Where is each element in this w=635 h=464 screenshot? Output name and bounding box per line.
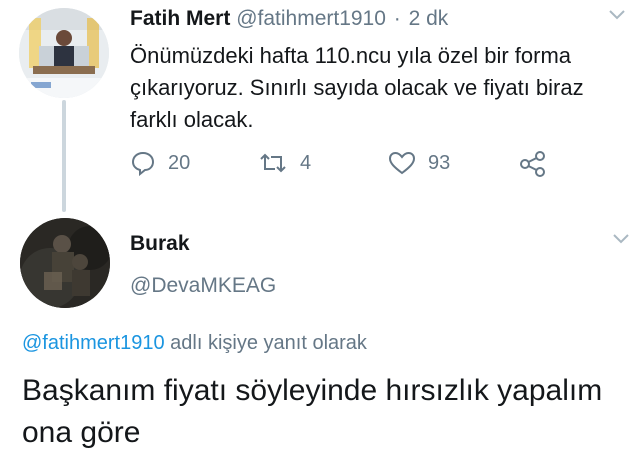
tweet1-menu-button[interactable] xyxy=(608,8,626,26)
avatar-image xyxy=(20,218,110,308)
tweet2-avatar[interactable] xyxy=(20,218,110,308)
reply-mention-link[interactable]: @fatihmert1910 xyxy=(22,332,165,354)
reply-context-text: adlı kişiye yanıt olarak xyxy=(164,332,367,354)
thread-connector-line xyxy=(62,100,66,212)
chevron-down-icon xyxy=(613,234,629,244)
like-icon xyxy=(388,151,416,175)
tweet2-author-handle[interactable]: @DevaMKEAG xyxy=(130,274,276,298)
reply-count: 20 xyxy=(168,151,191,174)
chevron-down-icon xyxy=(609,10,625,20)
retweet-icon xyxy=(260,153,286,173)
retweet-button[interactable]: 4 xyxy=(258,150,311,176)
tweet1-header: Fatih Mert @fatihmert1910 · 2 dk xyxy=(130,7,448,31)
reply-button[interactable]: 20 xyxy=(130,150,190,176)
share-icon xyxy=(520,151,545,177)
share-button[interactable] xyxy=(518,150,548,178)
reply-icon xyxy=(131,151,155,176)
tweet2-text: Başkanım fiyatı söyleyinde hırsızlık yap… xyxy=(22,374,603,449)
tweet1-separator: · xyxy=(393,7,401,30)
reply-context: @fatihmert1910 adlı kişiye yanıt olarak xyxy=(22,332,367,355)
avatar-image xyxy=(19,8,109,98)
tweet1-text: Önümüzdeki hafta 110.ncu yıla özel bir f… xyxy=(130,43,584,132)
like-button[interactable]: 93 xyxy=(388,150,450,176)
tweet1-author-name[interactable]: Fatih Mert xyxy=(130,7,230,30)
tweet1-author-handle[interactable]: @fatihmert1910 xyxy=(236,7,386,30)
tweet2-menu-button[interactable] xyxy=(612,232,630,250)
tweet1-avatar[interactable] xyxy=(19,8,109,98)
like-count: 93 xyxy=(428,151,451,174)
tweet1-timestamp[interactable]: 2 dk xyxy=(409,7,449,30)
tweet2-author-name[interactable]: Burak xyxy=(130,232,190,256)
retweet-count: 4 xyxy=(300,151,312,174)
